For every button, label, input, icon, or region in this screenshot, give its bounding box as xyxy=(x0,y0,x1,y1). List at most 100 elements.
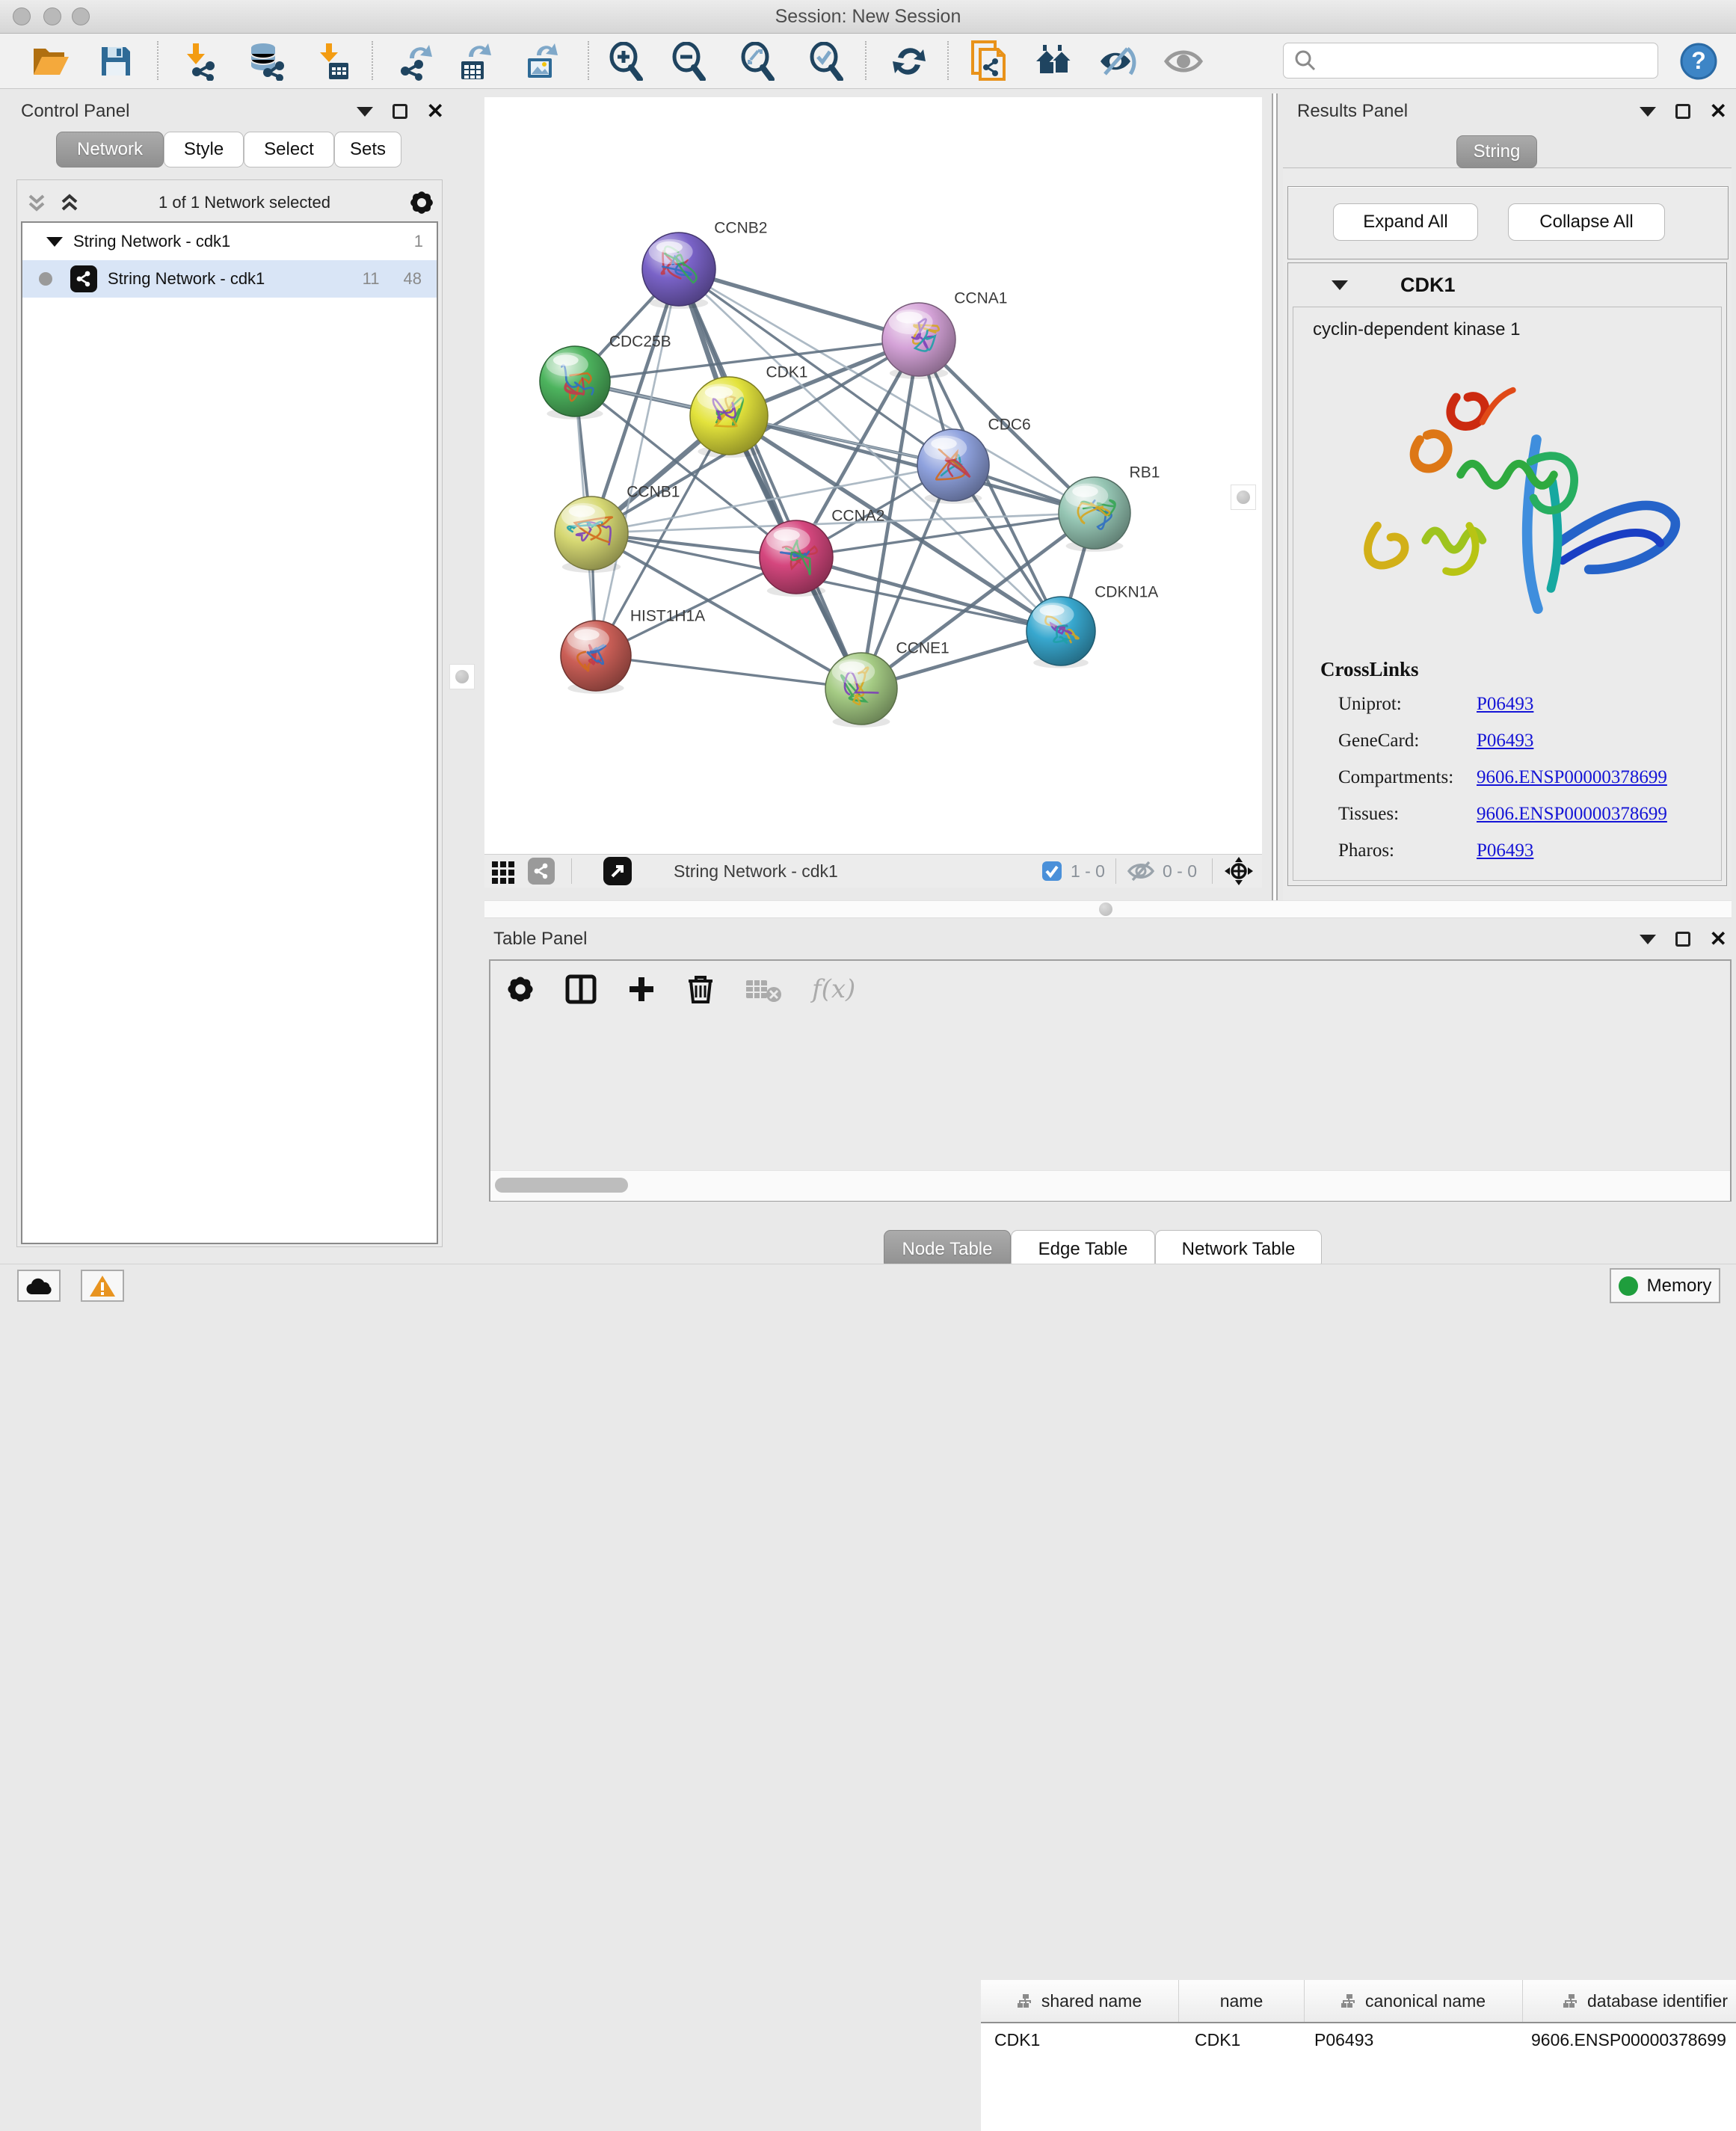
table-row[interactable]: CDK1 CDK1 P06493 9606.ENSP00000378699 cy… xyxy=(981,2023,1736,2056)
network-edge-CCNB2-CCNE1[interactable] xyxy=(679,269,861,689)
zoom-out-icon[interactable] xyxy=(668,40,711,83)
network-canvas[interactable]: CCNB2CCNA1CDC25BCDK1CDC6RB1CCNB1CCNA2CDK… xyxy=(484,97,1262,854)
tab-sets[interactable]: Sets xyxy=(334,132,401,167)
network-node-CDK1[interactable]: CDK1 xyxy=(690,364,807,458)
search-input[interactable] xyxy=(1323,50,1657,71)
collapse-all-networks-icon[interactable] xyxy=(58,191,81,214)
toolbar-separator xyxy=(372,41,373,80)
left-splitter-handle[interactable] xyxy=(449,664,475,689)
save-session-icon[interactable] xyxy=(94,40,138,83)
birds-eye-pan-icon[interactable] xyxy=(1223,855,1255,887)
network-collection-row[interactable]: String Network - cdk1 1 xyxy=(22,223,437,260)
warning-icon xyxy=(89,1274,116,1298)
show-columns-icon[interactable] xyxy=(565,974,597,1004)
export-table-icon[interactable] xyxy=(453,40,496,83)
memory-status-dot xyxy=(1619,1276,1638,1296)
network-node-CCNB2[interactable]: CCNB2 xyxy=(642,219,767,308)
zoom-fit-content-icon[interactable] xyxy=(736,40,780,83)
hidden-eye-slash-icon[interactable] xyxy=(1127,860,1155,882)
selected-nodes-checkbox-icon[interactable] xyxy=(1041,860,1063,882)
network-view-title: String Network - cdk1 xyxy=(674,861,838,882)
zoom-in-icon[interactable] xyxy=(605,40,648,83)
crosslinks-title: CrossLinks xyxy=(1320,658,1721,681)
show-all-icon[interactable] xyxy=(1162,40,1205,83)
svg-text:?: ? xyxy=(1691,47,1706,74)
column-header[interactable]: database identifier xyxy=(1522,1980,1736,2022)
tissues-link[interactable]: 9606.ENSP00000378699 xyxy=(1477,804,1667,824)
gene-card-header[interactable]: CDK1 xyxy=(1288,263,1726,307)
tab-string-results[interactable]: String xyxy=(1456,135,1537,168)
scrollbar-thumb[interactable] xyxy=(495,1178,628,1193)
network-node-RB1[interactable]: RB1 xyxy=(1059,464,1160,551)
refresh-network-icon[interactable] xyxy=(887,40,931,83)
pharos-link[interactable]: P06493 xyxy=(1477,840,1533,861)
network-edge-HIST1H1A-CCNE1[interactable] xyxy=(596,656,861,689)
gene-symbol: CDK1 xyxy=(1400,274,1456,297)
expand-all-networks-icon[interactable] xyxy=(25,191,48,214)
toolbar-separator xyxy=(588,41,589,80)
tree-expander-icon[interactable] xyxy=(46,237,63,247)
cloud-status-button[interactable] xyxy=(17,1270,61,1302)
detach-view-icon[interactable] xyxy=(603,857,632,885)
crosslink-row: Pharos:P06493 xyxy=(1338,834,1721,870)
warnings-button[interactable] xyxy=(81,1270,124,1302)
hierarchy-icon xyxy=(1563,1993,1580,2008)
column-header[interactable]: shared name xyxy=(981,1980,1178,2022)
genecard-link[interactable]: P06493 xyxy=(1477,731,1533,751)
compartments-link[interactable]: 9606.ENSP00000378699 xyxy=(1477,767,1667,787)
tab-network[interactable]: Network xyxy=(56,132,164,167)
string-view-icon[interactable] xyxy=(528,858,555,885)
network-node-CDKN1A[interactable]: CDKN1A xyxy=(1026,583,1158,668)
network-node-HIST1H1A[interactable]: HIST1H1A xyxy=(561,607,705,693)
right-splitter-handle[interactable] xyxy=(1231,485,1256,510)
horizontal-splitter[interactable] xyxy=(484,900,1732,918)
float-panel-icon[interactable] xyxy=(393,104,407,119)
help-icon[interactable]: ? xyxy=(1677,40,1720,83)
grid-view-icon[interactable] xyxy=(490,858,516,884)
table-options-gear-icon[interactable] xyxy=(505,974,535,1004)
add-column-icon[interactable] xyxy=(627,974,656,1004)
table-horizontal-scrollbar[interactable] xyxy=(490,1170,1730,1201)
column-header[interactable]: name xyxy=(1178,1980,1304,2022)
import-table-from-file-icon[interactable] xyxy=(310,40,354,83)
delete-column-icon[interactable] xyxy=(686,974,715,1005)
network-node-CCNB1[interactable]: CCNB1 xyxy=(555,483,680,572)
network-edge-CCNB2-HIST1H1A[interactable] xyxy=(596,269,679,656)
uniprot-link[interactable]: P06493 xyxy=(1477,694,1533,714)
gene-card-expander-icon[interactable] xyxy=(1332,280,1348,290)
network-node-CCNA1[interactable]: CCNA1 xyxy=(882,289,1007,378)
results-splitter-line[interactable] xyxy=(1272,93,1278,900)
float-panel-icon[interactable] xyxy=(1675,932,1690,947)
collapse-all-button[interactable]: Collapse All xyxy=(1508,203,1665,241)
network-options-gear-icon[interactable] xyxy=(408,189,435,216)
export-network-icon[interactable] xyxy=(394,40,437,83)
string-home-icon[interactable] xyxy=(1032,40,1076,83)
tab-style[interactable]: Style xyxy=(164,132,244,167)
results-panel-header: Results Panel ✕ xyxy=(1297,99,1727,124)
zoom-selected-region-icon[interactable] xyxy=(805,40,849,83)
open-session-icon[interactable] xyxy=(29,40,73,83)
node-label: CCNB1 xyxy=(627,483,680,500)
float-panel-icon[interactable] xyxy=(1675,104,1690,119)
horizontal-splitter-handle[interactable] xyxy=(1099,902,1112,916)
node-label: CCNA1 xyxy=(954,289,1007,307)
export-image-icon[interactable] xyxy=(520,40,563,83)
network-row[interactable]: String Network - cdk1 11 48 xyxy=(22,260,437,298)
collapse-panel-icon[interactable] xyxy=(357,107,373,117)
main-toolbar: ? xyxy=(0,34,1736,89)
collapse-panel-icon[interactable] xyxy=(1640,935,1656,944)
search-icon xyxy=(1294,49,1317,72)
close-panel-icon[interactable]: ✕ xyxy=(1710,932,1727,947)
import-network-from-file-icon[interactable] xyxy=(178,40,221,83)
column-header[interactable]: canonical name xyxy=(1304,1980,1522,2022)
close-panel-icon[interactable]: ✕ xyxy=(1710,104,1727,119)
close-panel-icon[interactable]: ✕ xyxy=(427,104,444,119)
import-network-from-database-icon[interactable] xyxy=(244,40,287,83)
memory-button[interactable]: Memory xyxy=(1610,1268,1720,1303)
collapse-panel-icon[interactable] xyxy=(1640,107,1656,117)
expand-all-button[interactable]: Expand All xyxy=(1333,203,1478,241)
tab-select[interactable]: Select xyxy=(244,132,334,167)
network-snapshot-icon[interactable] xyxy=(967,40,1011,83)
hide-selected-icon[interactable] xyxy=(1097,40,1140,83)
network-edge-CDK1-RB1[interactable] xyxy=(729,416,1095,513)
